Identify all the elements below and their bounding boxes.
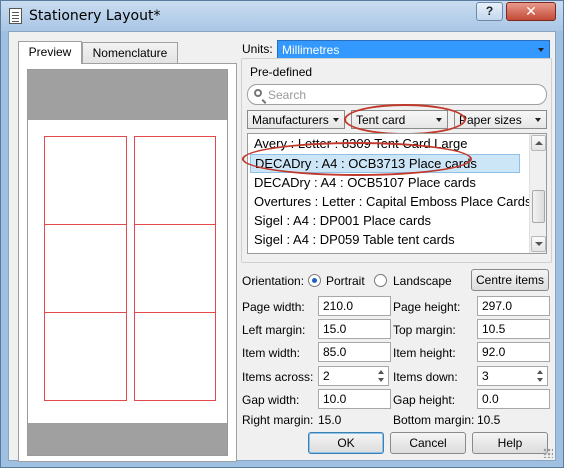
chevron-down-icon (333, 118, 339, 122)
paper-sizes-filter[interactable]: Paper sizes (454, 110, 547, 129)
ok-button[interactable]: OK (308, 432, 384, 454)
bottom-margin-label: Bottom margin: (393, 413, 475, 427)
landscape-radio[interactable] (374, 274, 387, 287)
items-down-stepper[interactable]: 3 (477, 366, 548, 386)
tab-nomenclature[interactable]: Nomenclature (82, 42, 178, 64)
gap-width-label: Gap width: (242, 393, 300, 407)
spinner-arrows-icon[interactable] (376, 368, 387, 384)
portrait-label[interactable]: Portrait (326, 274, 365, 288)
units-label: Units: (242, 42, 273, 56)
cancel-button[interactable]: Cancel (390, 432, 466, 454)
window-title: Stationery Layout* (29, 8, 161, 24)
chevron-down-icon (535, 118, 541, 122)
resize-grip-icon[interactable] (543, 448, 553, 458)
units-value: Millimetres (282, 43, 340, 57)
card-outline (44, 136, 127, 225)
bottom-margin-band (28, 423, 227, 455)
portrait-radio[interactable] (308, 274, 321, 287)
landscape-label[interactable]: Landscape (393, 274, 452, 288)
item-height-field[interactable]: 92.0 (477, 342, 550, 362)
page-preview (27, 69, 228, 456)
card-outline (134, 136, 216, 225)
scroll-thumb[interactable] (532, 190, 545, 223)
search-icon (254, 89, 262, 97)
gap-width-field[interactable]: 10.0 (318, 389, 391, 409)
items-across-stepper[interactable]: 2 (318, 366, 389, 386)
list-scrollbar[interactable] (529, 134, 546, 253)
close-icon: ✕ (525, 3, 537, 19)
list-item[interactable]: Sigel : A4 : DP001 Place cards (250, 212, 520, 231)
title-bar[interactable]: Stationery Layout* ? ✕ (1, 1, 563, 31)
items-across-label: Items across: (242, 370, 314, 384)
manufacturers-filter-label: Manufacturers (252, 113, 329, 127)
item-width-field[interactable]: 85.0 (318, 342, 391, 362)
spinner-arrows-icon[interactable] (535, 368, 546, 384)
card-outline (134, 312, 216, 401)
card-outline (44, 312, 127, 401)
top-margin-band (28, 70, 227, 120)
item-width-label: Item width: (242, 346, 301, 360)
document-icon (9, 8, 22, 24)
items-across-value: 2 (323, 369, 330, 383)
tab-preview[interactable]: Preview (18, 41, 82, 64)
search-box[interactable] (247, 84, 547, 105)
annotation-circle-selection (242, 142, 472, 176)
left-margin-label: Left margin: (242, 323, 306, 337)
units-select[interactable]: Millimetres (277, 40, 550, 59)
right-margin-value: 15.0 (318, 413, 342, 427)
card-outline (44, 224, 127, 313)
item-height-label: Item height: (393, 346, 456, 360)
page-width-field[interactable]: 210.0 (318, 296, 391, 316)
title-help-button[interactable]: ? (476, 2, 503, 21)
top-margin-label: Top margin: (393, 323, 456, 337)
page-height-label: Page height: (393, 300, 461, 314)
stationery-layout-window: Stationery Layout* ? ✕ Preview Nomenclat… (0, 0, 564, 468)
page-height-field[interactable]: 297.0 (477, 296, 550, 316)
items-down-value: 3 (482, 369, 489, 383)
annotation-circle-category (344, 104, 466, 135)
chevron-down-icon (538, 48, 544, 52)
centre-items-button[interactable]: Centre items (471, 269, 549, 291)
left-margin-field[interactable]: 15.0 (318, 319, 391, 339)
dialog-body: Preview Nomenclature Units: Millimetres … (8, 31, 556, 462)
manufacturers-filter[interactable]: Manufacturers (247, 110, 345, 129)
gap-height-label: Gap height: (393, 393, 456, 407)
bottom-margin-value: 10.5 (477, 413, 501, 427)
list-item[interactable]: DECADry : A4 : OCB5107 Place cards (250, 174, 520, 193)
items-down-label: Items down: (393, 370, 458, 384)
search-input[interactable] (266, 87, 526, 103)
preview-panel (18, 63, 237, 462)
help-button[interactable]: Help (472, 432, 548, 454)
close-button[interactable]: ✕ (506, 2, 556, 21)
scroll-up-icon[interactable] (531, 135, 546, 151)
orientation-label: Orientation: (242, 274, 305, 288)
list-item[interactable]: Sigel : A4 : DP059 Table tent cards (250, 231, 520, 250)
paper-sizes-filter-label: Paper sizes (459, 113, 522, 127)
card-outline (134, 224, 216, 313)
list-item[interactable]: Overtures : Letter : Capital Emboss Plac… (250, 193, 531, 212)
scroll-down-icon[interactable] (531, 236, 546, 252)
gap-height-field[interactable]: 0.0 (477, 389, 550, 409)
right-margin-label: Right margin: (242, 413, 314, 427)
page-width-label: Page width: (242, 300, 305, 314)
predefined-label: Pre-defined (250, 65, 313, 79)
top-margin-field[interactable]: 10.5 (477, 319, 550, 339)
